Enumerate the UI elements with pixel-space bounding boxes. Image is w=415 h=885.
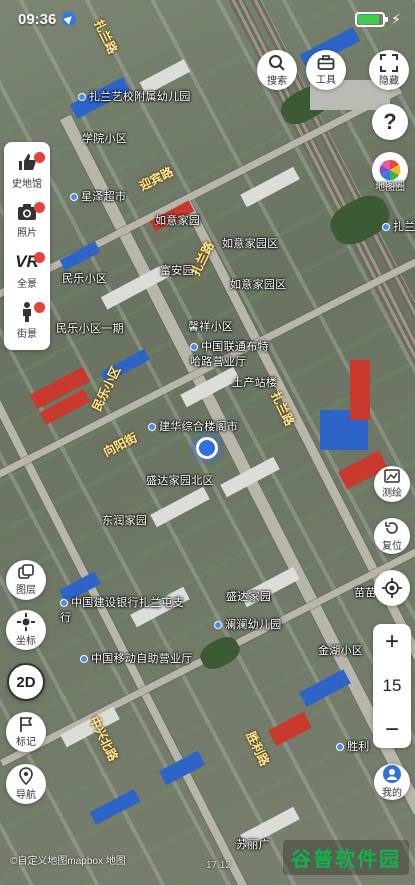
coordinate-readout: 17.12 <box>206 860 232 871</box>
navigation-button[interactable]: 导航 <box>6 764 46 804</box>
lp-label: 街景 <box>17 329 37 340</box>
mark-label: 标记 <box>16 737 36 748</box>
locate-button[interactable] <box>374 570 410 606</box>
layers-icon <box>18 564 34 579</box>
measure-button[interactable]: 测绘 <box>374 466 410 502</box>
building <box>350 360 370 420</box>
current-location-marker[interactable] <box>196 437 218 459</box>
mine-button[interactable]: 我的 <box>374 764 410 800</box>
zoom-out-button[interactable]: − <box>385 718 399 742</box>
poi-label[interactable]: 民乐小区 <box>62 270 107 286</box>
flag-icon <box>20 717 33 732</box>
lp-label: 照片 <box>17 228 37 239</box>
map-style-label: 地图圈 <box>375 182 405 193</box>
help-button[interactable]: ? <box>372 104 408 140</box>
building <box>59 241 101 271</box>
street-label: 迎宾路 <box>137 164 176 194</box>
poi-label[interactable]: 如意家园 <box>155 212 200 228</box>
zoom-in-button[interactable]: + <box>385 630 399 654</box>
building <box>89 789 141 825</box>
poi-label[interactable]: 如意家园区 <box>222 235 279 251</box>
building <box>268 711 312 747</box>
poi-label[interactable]: 学院小区 <box>82 130 127 146</box>
locate-target-icon <box>382 578 402 598</box>
photos-button[interactable]: 照片 <box>4 196 50 246</box>
status-time: 09:36 <box>18 10 57 28</box>
poi-label[interactable]: 澜澜幼儿园 <box>214 616 282 632</box>
lp-label: 史地馆 <box>12 179 42 190</box>
person-icon <box>23 302 31 322</box>
poi-label[interactable]: 东润家园 <box>102 512 147 528</box>
poi-label[interactable]: 中国联通布特哈路营业厅 <box>190 340 280 370</box>
measure-icon <box>384 469 400 483</box>
building <box>299 669 351 707</box>
street-label: 向阳街 <box>101 430 140 460</box>
poi-label[interactable]: 中国移动自助营业厅 <box>80 650 193 666</box>
panorama-button[interactable]: VR 全景 <box>4 246 50 296</box>
street-label: 民乐小区 <box>89 364 124 414</box>
street-label: 中兴北路 <box>86 714 121 764</box>
poi-label[interactable]: 盛达家园北区 <box>146 472 214 488</box>
left-feature-panel: 史地馆 照片 VR 全景 街景 <box>4 142 50 350</box>
toolbox-icon <box>317 54 335 70</box>
notification-badge <box>34 252 45 263</box>
pin-icon <box>19 767 33 785</box>
crosshair-icon <box>17 613 35 631</box>
map-attribution: ©自定义地图mapbox 地图 <box>10 856 126 867</box>
nav-label: 导航 <box>16 790 36 801</box>
search-button[interactable]: 搜索 <box>257 50 297 90</box>
building <box>158 750 206 786</box>
measure-label: 测绘 <box>382 488 402 499</box>
hide-label: 隐藏 <box>379 75 399 87</box>
location-arrow-icon <box>62 12 77 26</box>
tools-button[interactable]: 工具 <box>306 50 346 90</box>
building <box>240 166 300 208</box>
reset-label: 复位 <box>382 541 402 552</box>
reset-icon <box>385 522 398 534</box>
poi-label[interactable]: 中国建设银行扎兰屯支行 <box>60 596 190 626</box>
satellite-map[interactable]: 扎兰艺校附属幼儿园 学院小区 星泽超市 迎宾路 如意家园 如意家园区 富安园 如… <box>0 0 415 885</box>
street-label: 胜利路 <box>243 729 272 768</box>
layers-button[interactable]: 图层 <box>6 560 46 600</box>
poi-label[interactable]: 金湖小区 <box>318 642 363 658</box>
lp-label: 全景 <box>17 279 37 290</box>
building <box>150 486 210 528</box>
zoom-control: + 15 − <box>373 624 411 748</box>
mine-label: 我的 <box>382 788 402 799</box>
status-bar: 09:36 ⚡ <box>0 0 415 38</box>
notification-badge <box>34 152 45 163</box>
user-avatar-icon <box>383 765 401 783</box>
poi-label[interactable]: 民乐小区一期 <box>56 320 124 336</box>
poi-label[interactable]: 如意家园区 <box>230 276 287 292</box>
poi-label[interactable]: 苏丽广 <box>236 836 270 852</box>
poi-label[interactable]: 扎兰屯 <box>382 218 415 234</box>
coords-label: 坐标 <box>16 636 36 647</box>
poi-label[interactable]: 星泽超市 <box>70 188 126 204</box>
reset-button[interactable]: 复位 <box>374 518 410 554</box>
help-icon: ? <box>383 109 397 134</box>
view-mode-toggle[interactable]: 2D <box>7 663 45 701</box>
poi-label[interactable]: 建华综合楼阁市 <box>148 418 238 434</box>
notification-badge <box>34 302 45 313</box>
poi-label[interactable]: 扎兰艺校附属幼儿园 <box>78 88 191 104</box>
poi-label[interactable]: 盛达家园 <box>226 588 271 604</box>
poi-label[interactable]: 土产站楼 <box>232 374 277 390</box>
tools-label: 工具 <box>316 74 336 86</box>
charging-icon: ⚡ <box>391 10 401 27</box>
zoom-level: 15 <box>382 676 402 695</box>
layers-label: 图层 <box>16 585 36 596</box>
brand-watermark: 谷普软件园 <box>283 840 409 875</box>
fullscreen-icon <box>380 53 398 72</box>
history-museum-button[interactable]: 史地馆 <box>4 146 50 196</box>
mark-button[interactable]: 标记 <box>6 712 46 752</box>
coords-button[interactable]: 坐标 <box>6 610 46 650</box>
hide-button[interactable]: 隐藏 <box>369 50 409 90</box>
street-view-button[interactable]: 街景 <box>4 296 50 346</box>
search-label: 搜索 <box>267 75 287 87</box>
search-icon <box>269 54 285 71</box>
notification-badge <box>34 202 45 213</box>
battery-icon <box>355 11 389 27</box>
poi-label[interactable]: 馨祥小区 <box>188 318 233 334</box>
poi-label[interactable]: 胜利 <box>336 738 370 754</box>
